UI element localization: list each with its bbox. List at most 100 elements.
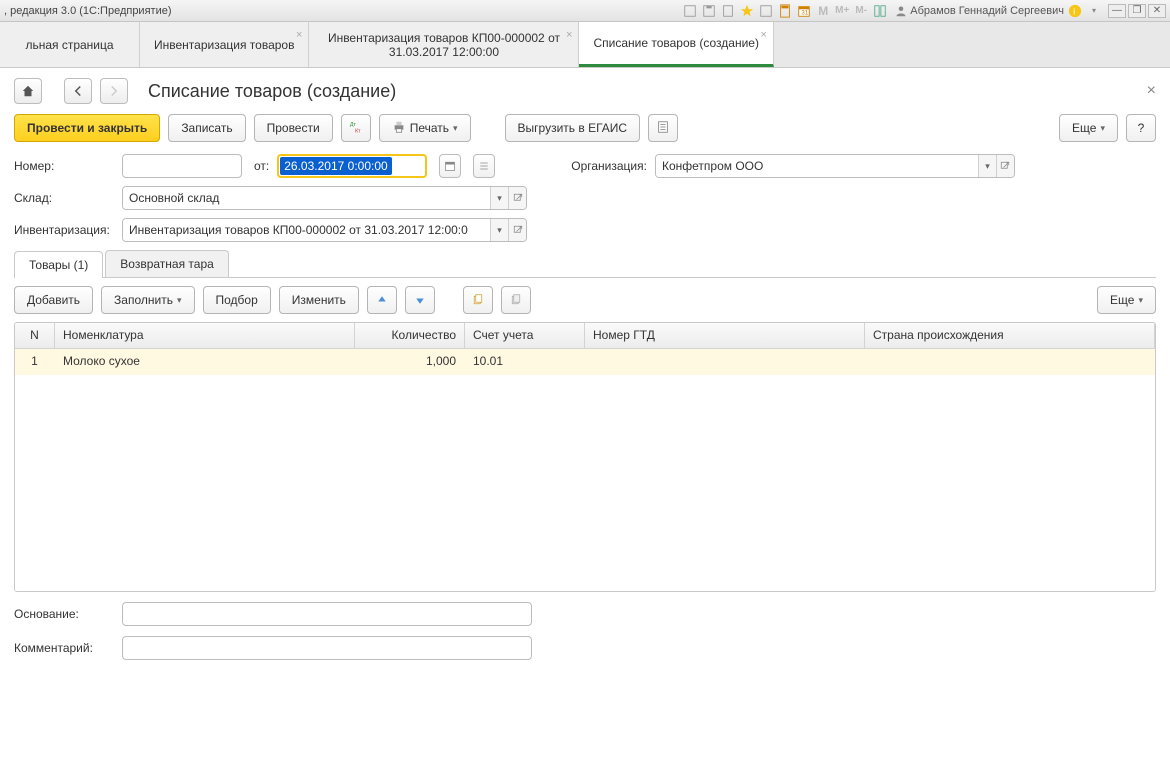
col-gtd[interactable]: Номер ГТД [585, 323, 865, 348]
edit-button[interactable]: Изменить [279, 286, 359, 314]
open-external-icon[interactable] [508, 187, 526, 209]
close-icon[interactable]: × [566, 28, 572, 42]
calc-icon[interactable] [777, 3, 793, 19]
primary-toolbar: Провести и закрыть Записать Провести ДтК… [14, 114, 1156, 142]
col-quantity[interactable]: Количество [355, 323, 465, 348]
org-label: Организация: [571, 159, 647, 173]
help-button[interactable]: ? [1126, 114, 1156, 142]
svg-text:Дт: Дт [350, 122, 357, 128]
copy-button[interactable] [463, 286, 493, 314]
post-and-close-button[interactable]: Провести и закрыть [14, 114, 160, 142]
panel-icon[interactable] [872, 3, 888, 19]
tab-writeoff[interactable]: Списание товаров (создание) × [579, 22, 773, 67]
number-input[interactable] [122, 154, 242, 178]
arrow-down-icon [414, 294, 426, 306]
subtabs: Товары (1) Возвратная тара [14, 250, 1156, 278]
copy-icon [472, 294, 484, 306]
comment-input[interactable] [122, 636, 532, 660]
calendar-picker-button[interactable] [439, 154, 461, 178]
user-icon [895, 5, 907, 17]
cell-nomenclature: Молоко сухое [55, 349, 355, 375]
open-external-icon[interactable] [508, 219, 526, 241]
caret-down-icon[interactable]: ▾ [490, 187, 508, 209]
row-warehouse: Склад: Основной склад ▾ [14, 186, 1156, 210]
home-button[interactable] [14, 78, 42, 104]
arrow-up-icon [376, 294, 388, 306]
forward-button[interactable] [100, 78, 128, 104]
document-icon-button[interactable] [648, 114, 678, 142]
tb-icon-4[interactable] [758, 3, 774, 19]
tab-inventory-doc[interactable]: Инвентаризация товаров КП00-000002 от 31… [309, 22, 579, 67]
caret-down-icon: ▾ [453, 123, 458, 134]
caret-down-icon[interactable]: ▾ [978, 155, 996, 177]
subtab-goods[interactable]: Товары (1) [14, 251, 103, 278]
row-comment: Комментарий: [14, 636, 1156, 660]
goods-toolbar: Добавить Заполнить ▾ Подбор Изменить Еще… [14, 278, 1156, 322]
dtkt-icon-button[interactable]: ДтКт [341, 114, 371, 142]
more-button[interactable]: Еще ▾ [1059, 114, 1118, 142]
date-input[interactable]: 26.03.2017 0:00:00 [277, 154, 427, 178]
inventory-select[interactable]: Инвентаризация товаров КП00-000002 от 31… [122, 218, 527, 242]
printer-icon [392, 120, 406, 137]
org-select[interactable]: Конфетпром ООО ▾ [655, 154, 1015, 178]
table-header: N Номенклатура Количество Счет учета Ном… [15, 323, 1155, 349]
user-chip[interactable]: Абрамов Геннадий Сергеевич [895, 5, 1064, 17]
move-up-button[interactable] [367, 286, 397, 314]
col-country[interactable]: Страна происхождения [865, 323, 1155, 348]
col-n[interactable]: N [15, 323, 55, 348]
dropdown-icon[interactable]: ▾ [1086, 3, 1102, 19]
table-body: 1 Молоко сухое 1,000 10.01 [15, 349, 1155, 591]
maximize-button[interactable]: ❐ [1128, 4, 1146, 18]
tb-icon-3[interactable] [720, 3, 736, 19]
warehouse-select[interactable]: Основной склад ▾ [122, 186, 527, 210]
caret-down-icon[interactable]: ▾ [490, 219, 508, 241]
dtkt-icon: ДтКт [349, 120, 363, 137]
tab-label: Инвентаризация товаров КП00-000002 от 31… [323, 31, 564, 59]
row-number: Номер: от: 26.03.2017 0:00:00 Организаци… [14, 154, 1156, 178]
paste-icon [510, 294, 522, 306]
close-page-button[interactable]: × [1147, 82, 1156, 100]
calendar-icon[interactable]: 31 [796, 3, 812, 19]
m-icon[interactable]: M [815, 3, 831, 19]
print-button[interactable]: Печать ▾ [379, 114, 471, 142]
star-icon[interactable] [739, 3, 755, 19]
document-tabs: льная страница Инвентаризация товаров × … [0, 22, 1170, 68]
move-down-button[interactable] [405, 286, 435, 314]
caret-down-icon: ▾ [177, 295, 182, 306]
m-minus-icon[interactable]: M- [853, 3, 869, 19]
fill-button[interactable]: Заполнить ▾ [101, 286, 194, 314]
table-row[interactable]: 1 Молоко сухое 1,000 10.01 [15, 349, 1155, 375]
col-account[interactable]: Счет учета [465, 323, 585, 348]
close-icon[interactable]: × [296, 28, 302, 42]
reason-input[interactable] [122, 602, 532, 626]
post-button[interactable]: Провести [254, 114, 333, 142]
info-icon[interactable]: i [1067, 3, 1083, 19]
row-inventory: Инвентаризация: Инвентаризация товаров К… [14, 218, 1156, 242]
caret-down-icon: ▾ [1138, 295, 1143, 306]
col-nomenclature[interactable]: Номенклатура [55, 323, 355, 348]
back-button[interactable] [64, 78, 92, 104]
pick-button[interactable]: Подбор [203, 286, 271, 314]
cell-country [865, 349, 1155, 375]
cell-account: 10.01 [465, 349, 585, 375]
reason-label: Основание: [14, 607, 114, 621]
tab-label: льная страница [25, 38, 113, 52]
tab-home[interactable]: льная страница [0, 22, 140, 67]
tab-inventory[interactable]: Инвентаризация товаров × [140, 22, 309, 67]
tb-icon-1[interactable] [682, 3, 698, 19]
goods-more-button[interactable]: Еще ▾ [1097, 286, 1156, 314]
comment-label: Комментарий: [14, 641, 114, 655]
add-button[interactable]: Добавить [14, 286, 93, 314]
tb-icon-2[interactable] [701, 3, 717, 19]
subtab-tare[interactable]: Возвратная тара [105, 250, 229, 277]
save-button[interactable]: Записать [168, 114, 245, 142]
egais-button[interactable]: Выгрузить в ЕГАИС [505, 114, 641, 142]
close-window-button[interactable]: ✕ [1148, 4, 1166, 18]
open-external-icon[interactable] [996, 155, 1014, 177]
minimize-button[interactable]: — [1108, 4, 1126, 18]
paste-button[interactable] [501, 286, 531, 314]
close-icon[interactable]: × [761, 28, 767, 42]
caret-down-icon: ▾ [1100, 123, 1105, 134]
m-plus-icon[interactable]: M+ [834, 3, 850, 19]
list-picker-button[interactable] [473, 154, 495, 178]
